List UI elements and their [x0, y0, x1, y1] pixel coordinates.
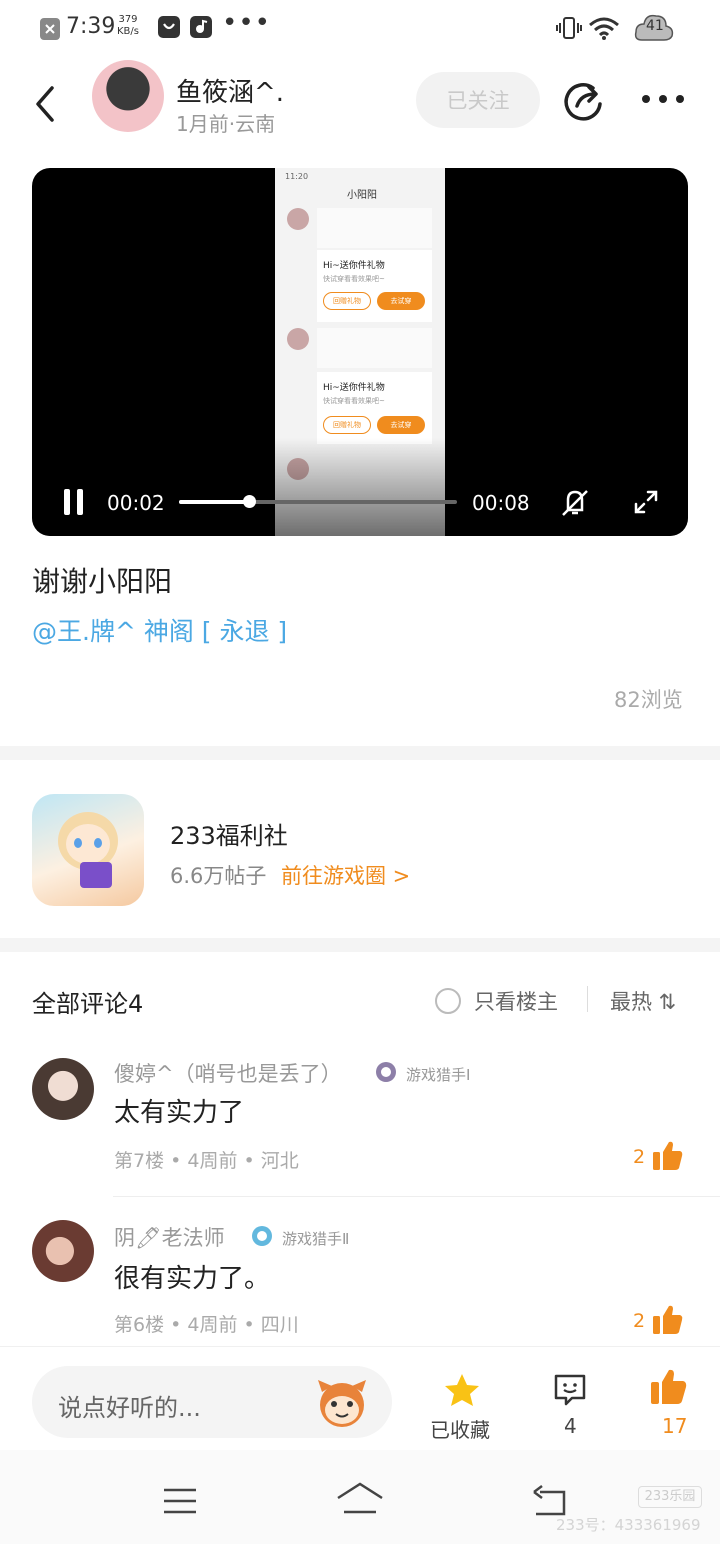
- goto-game-circle-link[interactable]: 前往游戏圈 >: [281, 860, 410, 890]
- app-notification-icon: [158, 16, 180, 38]
- frame-title: 小阳阳: [347, 190, 377, 201]
- seek-handle[interactable]: [242, 495, 256, 508]
- mute-icon[interactable]: [560, 488, 590, 518]
- sort-hot-button[interactable]: 最热 ⇅: [610, 986, 676, 1016]
- close-notification-icon: [40, 18, 60, 40]
- seek-bar[interactable]: [179, 495, 457, 508]
- frame-card-title-2: Hi~送你件礼物: [323, 383, 385, 393]
- comment-item: 阴🖊老法师 游戏猎手Ⅱ 很有实力了。 第6楼 • 4周前 • 四川 2: [0, 1204, 720, 1344]
- section-divider-2: [0, 938, 720, 952]
- frame-time: 11:20: [285, 172, 309, 181]
- video-player[interactable]: 11:20 小阳阳 Hi~送你件礼物 快试穿看看效果吧~ 回赠礼物 去试穿 Hi…: [32, 168, 688, 536]
- seek-progress: [179, 500, 249, 504]
- comment-count: 4: [564, 1414, 577, 1438]
- frame-try-button-2: 去试穿: [377, 416, 425, 434]
- hunter-badge-icon: [252, 1226, 272, 1246]
- follow-button[interactable]: 已关注: [416, 72, 540, 128]
- status-time: 7:39: [66, 14, 116, 39]
- game-circle-posts: 6.6万帖子: [170, 864, 267, 888]
- pause-icon[interactable]: [62, 488, 86, 516]
- comment-text: 太有实力了: [114, 1098, 245, 1128]
- back-nav-icon[interactable]: [530, 1484, 570, 1518]
- commenter-avatar[interactable]: [32, 1058, 94, 1120]
- commenter-name[interactable]: 傻婷^（哨号也是丢了）: [114, 1058, 342, 1088]
- frame-gift-card: Hi~送你件礼物 快试穿看看效果吧~ 回赠礼物 去试穿: [317, 250, 432, 322]
- commenter-badge: 游戏猎手Ⅱ: [282, 1230, 350, 1248]
- total-time: 00:08: [472, 491, 530, 515]
- vibrate-icon: [556, 17, 582, 39]
- post-title: 谢谢小阳阳: [32, 565, 173, 598]
- more-options-icon[interactable]: [640, 92, 686, 106]
- section-divider: [0, 746, 720, 760]
- network-speed: 379 KB/s: [117, 14, 139, 37]
- menu-icon[interactable]: [162, 1486, 198, 1516]
- comment-like-count: 2: [633, 1310, 646, 1332]
- comment-meta: 第7楼 • 4周前 • 河北: [114, 1150, 299, 1172]
- share-icon[interactable]: [563, 80, 605, 122]
- frame-try-button: 去试穿: [377, 292, 425, 310]
- frame-card-sub-2: 快试穿看看效果吧~: [323, 397, 385, 405]
- current-time: 00:02: [107, 491, 165, 515]
- filter-separator: [587, 986, 588, 1012]
- like-icon[interactable]: [650, 1368, 688, 1406]
- frame-gift-image: [317, 208, 432, 248]
- comment-icon[interactable]: [552, 1372, 588, 1408]
- music-notification-icon: [190, 16, 212, 38]
- only-owner-radio[interactable]: [435, 988, 461, 1014]
- author-avatar[interactable]: [92, 60, 164, 132]
- comment-like-count: 2: [633, 1146, 646, 1168]
- controls-gradient: [32, 438, 688, 536]
- view-count: 82浏览: [614, 688, 683, 712]
- comment-input-placeholder[interactable]: 说点好听的...: [58, 1388, 201, 1423]
- watermark-id: 233号：433361969: [556, 1516, 701, 1534]
- status-bar: 7:39 379 KB/s ••• 41: [0, 0, 720, 56]
- battery-level: 41: [646, 18, 664, 34]
- frame-gift-image-2: [317, 328, 432, 368]
- comments-title: 全部评论4: [32, 990, 144, 1018]
- commenter-name[interactable]: 阴🖊老法师: [114, 1222, 225, 1252]
- emoji-mascot-icon[interactable]: [316, 1378, 368, 1428]
- frame-avatar-2: [287, 328, 309, 350]
- back-icon[interactable]: [30, 84, 62, 124]
- hunter-badge-icon: [376, 1062, 396, 1082]
- frame-gift-card-2: Hi~送你件礼物 快试穿看看效果吧~ 回赠礼物 去试穿: [317, 372, 432, 444]
- wifi-icon: [589, 17, 619, 40]
- author-name[interactable]: 鱼筱涵^.: [176, 72, 284, 109]
- frame-return-button: 回赠礼物: [323, 292, 371, 310]
- more-notifications-icon: •••: [222, 8, 272, 38]
- fullscreen-icon[interactable]: [632, 488, 660, 516]
- comment-separator: [113, 1196, 720, 1197]
- game-circle-icon[interactable]: [32, 794, 144, 906]
- watermark-logo: 233乐园: [638, 1486, 702, 1508]
- thumbs-up-icon[interactable]: [652, 1140, 684, 1172]
- commenter-avatar[interactable]: [32, 1220, 94, 1282]
- like-count: 17: [662, 1414, 688, 1438]
- collect-label[interactable]: 已收藏: [430, 1414, 490, 1443]
- comment-meta: 第6楼 • 4周前 • 四川: [114, 1314, 299, 1336]
- home-icon[interactable]: [336, 1482, 384, 1518]
- thumbs-up-icon[interactable]: [652, 1304, 684, 1336]
- comment-text: 很有实力了。: [114, 1264, 271, 1294]
- commenter-badge: 游戏猎手Ⅰ: [406, 1066, 471, 1084]
- post-meta: 1月前·云南: [176, 112, 276, 136]
- frame-return-button-2: 回赠礼物: [323, 416, 371, 434]
- frame-avatar: [287, 208, 309, 230]
- comment-item: 傻婷^（哨号也是丢了） 游戏猎手Ⅰ 太有实力了 第7楼 • 4周前 • 河北 2: [0, 1040, 720, 1190]
- frame-card-sub: 快试穿看看效果吧~: [323, 275, 385, 283]
- post-mentions[interactable]: @王.牌^ 神阁 [ 永退 ]: [32, 612, 287, 648]
- only-owner-label[interactable]: 只看楼主: [474, 986, 558, 1016]
- game-circle-name[interactable]: 233福利社: [170, 816, 288, 851]
- star-icon[interactable]: [443, 1372, 481, 1408]
- frame-card-title: Hi~送你件礼物: [323, 261, 385, 271]
